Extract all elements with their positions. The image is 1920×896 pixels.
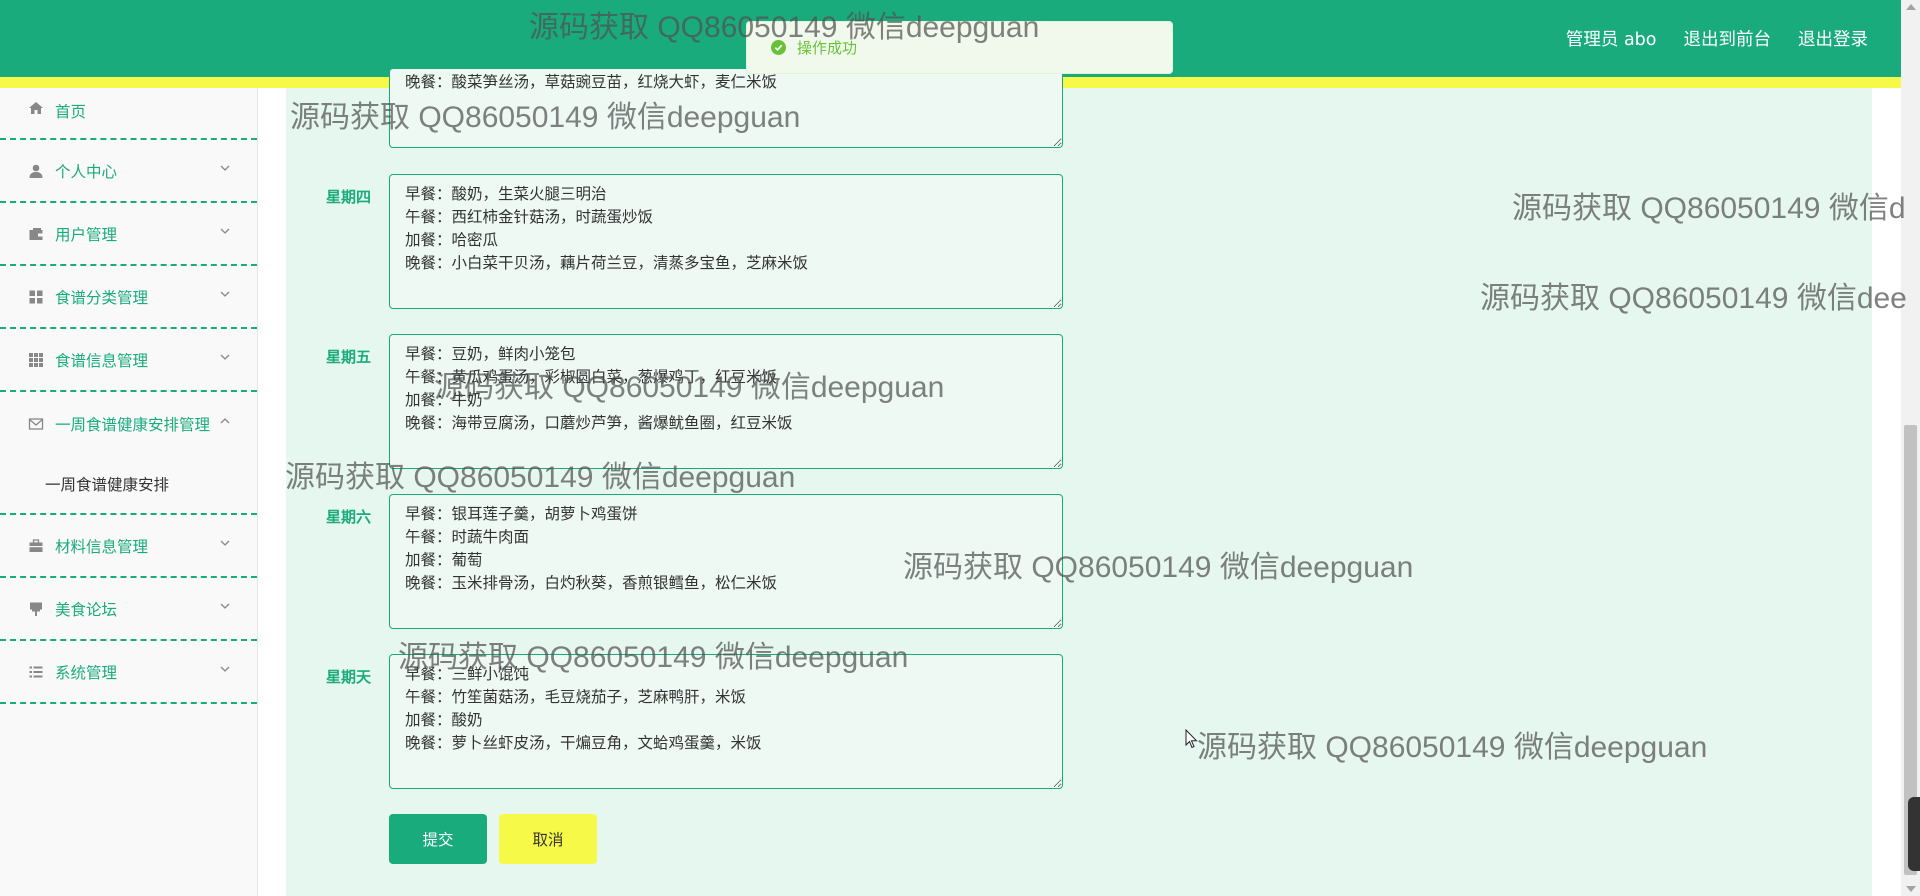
chevron-down-icon xyxy=(220,228,230,234)
chevron-down-icon xyxy=(220,603,230,609)
textarea-line: 晚餐：酸菜笋丝汤，草菇豌豆苗，红烧大虾，麦仁米饭 xyxy=(405,73,778,91)
sidebar-item-food-forum[interactable]: 美食论坛 xyxy=(0,578,257,641)
sidebar-item-label: 材料信息管理 xyxy=(55,537,149,556)
sidebar-item-label: 一周食谱健康安排管理 xyxy=(55,415,211,434)
textarea-friday[interactable]: 早餐：豆奶，鲜肉小笼包 午餐：黄瓜鸡蛋汤，彩椒圆白菜，葱爆鸡丁，红豆米饭 加餐：… xyxy=(389,334,1063,469)
apps-icon xyxy=(28,352,44,368)
user-icon xyxy=(28,163,44,179)
sidebar-group-weekly-plan: 一周食谱健康安排管理 一周食谱健康安排 xyxy=(0,392,257,515)
textarea-line: 晚餐：玉米排骨汤，白灼秋葵，香煎银鳕鱼，松仁米饭 xyxy=(405,574,778,592)
textarea-sunday[interactable]: 早餐：三鲜小馄饨 午餐：竹笙菌菇汤，毛豆烧茄子，芝麻鸭肝，米饭 加餐：酸奶 晚餐… xyxy=(389,654,1063,789)
header-links: 管理员 abo 退出到前台 退出登录 xyxy=(1566,26,1868,51)
chevron-down-icon xyxy=(220,666,230,672)
textarea-thursday[interactable]: 早餐：酸奶，生菜火腿三明治 午餐：西红柿金针菇汤，时蔬蛋炒饭 加餐：哈密瓜 晚餐… xyxy=(389,174,1063,309)
sidebar-item-label: 用户管理 xyxy=(55,225,118,244)
textarea-line: 晚餐：海带豆腐汤，口蘑炒芦笋，酱爆鱿鱼圈，红豆米饭 xyxy=(405,414,793,432)
textarea-line: 早餐：三鲜小馄饨 xyxy=(405,665,530,683)
check-circle-icon xyxy=(771,40,786,55)
textarea-line: 午餐：竹笙菌菇汤，毛豆烧茄子，芝麻鸭肝，米饭 xyxy=(405,688,747,706)
textarea-line: 晚餐：小白菜干贝汤，藕片荷兰豆，清蒸多宝鱼，芝麻米饭 xyxy=(405,254,809,272)
scroll-down-arrow-icon[interactable] xyxy=(1906,886,1916,892)
chevron-down-icon xyxy=(220,354,230,360)
sidebar-item-personal-center[interactable]: 个人中心 xyxy=(0,140,257,203)
briefcase-icon xyxy=(28,538,44,554)
sidebar-item-weekly-plan-management[interactable]: 一周食谱健康安排管理 xyxy=(0,392,257,455)
sidebar-item-label: 系统管理 xyxy=(55,663,118,682)
wallet-icon xyxy=(28,226,44,242)
chevron-up-icon xyxy=(220,417,230,423)
textarea-line: 午餐：时蔬牛肉面 xyxy=(405,528,530,546)
textarea-wednesday[interactable]: 晚餐：酸菜笋丝汤，草菇豌豆苗，红烧大虾，麦仁米饭 xyxy=(389,68,1063,148)
scroll-up-arrow-icon[interactable] xyxy=(1906,4,1916,10)
sidebar-item-label: 首页 xyxy=(55,103,87,121)
textarea-line: 加餐：哈密瓜 xyxy=(405,231,499,249)
weekly-plan-form: 晚餐：酸菜笋丝汤，草菇豌豆苗，红烧大虾，麦仁米饭 星期四 早餐：酸奶，生菜火腿三… xyxy=(286,68,1872,896)
sidebar-item-home[interactable]: 首页 xyxy=(0,88,257,140)
home-icon xyxy=(28,100,44,116)
sidebar-item-label: 个人中心 xyxy=(55,162,118,181)
sidebar-item-label: 食谱信息管理 xyxy=(55,351,149,370)
sidebar-item-material-info[interactable]: 材料信息管理 xyxy=(0,515,257,578)
submit-button[interactable]: 提交 xyxy=(389,814,487,864)
chevron-down-icon xyxy=(220,291,230,297)
sidebar-item-recipe-category[interactable]: 食谱分类管理 xyxy=(0,266,257,329)
textarea-line: 晚餐：萝卜丝虾皮汤，干煸豆角，文蛤鸡蛋羹，米饭 xyxy=(405,734,762,752)
chevron-down-icon xyxy=(220,165,230,171)
page-scrollbar[interactable] xyxy=(1901,0,1920,896)
textarea-line: 加餐：酸奶 xyxy=(405,711,483,729)
side-widget[interactable] xyxy=(1908,797,1920,871)
textarea-line: 早餐：酸奶，生菜火腿三明治 xyxy=(405,185,607,203)
cancel-button[interactable]: 取消 xyxy=(499,814,597,864)
sidebar-subitem-weekly-plan[interactable]: 一周食谱健康安排 xyxy=(0,455,257,513)
list-icon xyxy=(28,664,44,680)
sidebar-item-system-management[interactable]: 系统管理 xyxy=(0,641,257,704)
exit-to-frontend-link[interactable]: 退出到前台 xyxy=(1684,26,1772,51)
chevron-down-icon xyxy=(220,540,230,546)
textarea-line: 早餐：豆奶，鲜肉小笼包 xyxy=(405,345,576,363)
textarea-line: 午餐：黄瓜鸡蛋汤，彩椒圆白菜，葱爆鸡丁，红豆米饭 xyxy=(405,368,778,386)
textarea-line: 早餐：银耳莲子羹，胡萝卜鸡蛋饼 xyxy=(405,505,638,523)
grid-icon xyxy=(28,289,44,305)
success-toast: 操作成功 xyxy=(746,21,1173,74)
textarea-line: 加餐：牛奶 xyxy=(405,391,483,409)
sidebar-item-user-management[interactable]: 用户管理 xyxy=(0,203,257,266)
sidebar-item-recipe-info[interactable]: 食谱信息管理 xyxy=(0,329,257,392)
logout-link[interactable]: 退出登录 xyxy=(1798,26,1868,51)
admin-user-link[interactable]: 管理员 abo xyxy=(1566,26,1657,51)
sidebar-item-label: 食谱分类管理 xyxy=(55,288,149,307)
sign-icon xyxy=(28,601,44,617)
textarea-saturday[interactable]: 早餐：银耳莲子羹，胡萝卜鸡蛋饼 午餐：时蔬牛肉面 加餐：葡萄 晚餐：玉米排骨汤，… xyxy=(389,494,1063,629)
mail-icon xyxy=(28,416,44,432)
textarea-line: 加餐：葡萄 xyxy=(405,551,483,569)
textarea-line: 午餐：西红柿金针菇汤，时蔬蛋炒饭 xyxy=(405,208,654,226)
toast-text: 操作成功 xyxy=(797,39,858,57)
sidebar: 首页 个人中心 用户管理 食谱分类管理 食谱信息管理 一周食谱健康安排管理 一周… xyxy=(0,88,258,896)
sidebar-item-label: 美食论坛 xyxy=(55,600,118,619)
mouse-cursor-icon xyxy=(1185,729,1198,749)
